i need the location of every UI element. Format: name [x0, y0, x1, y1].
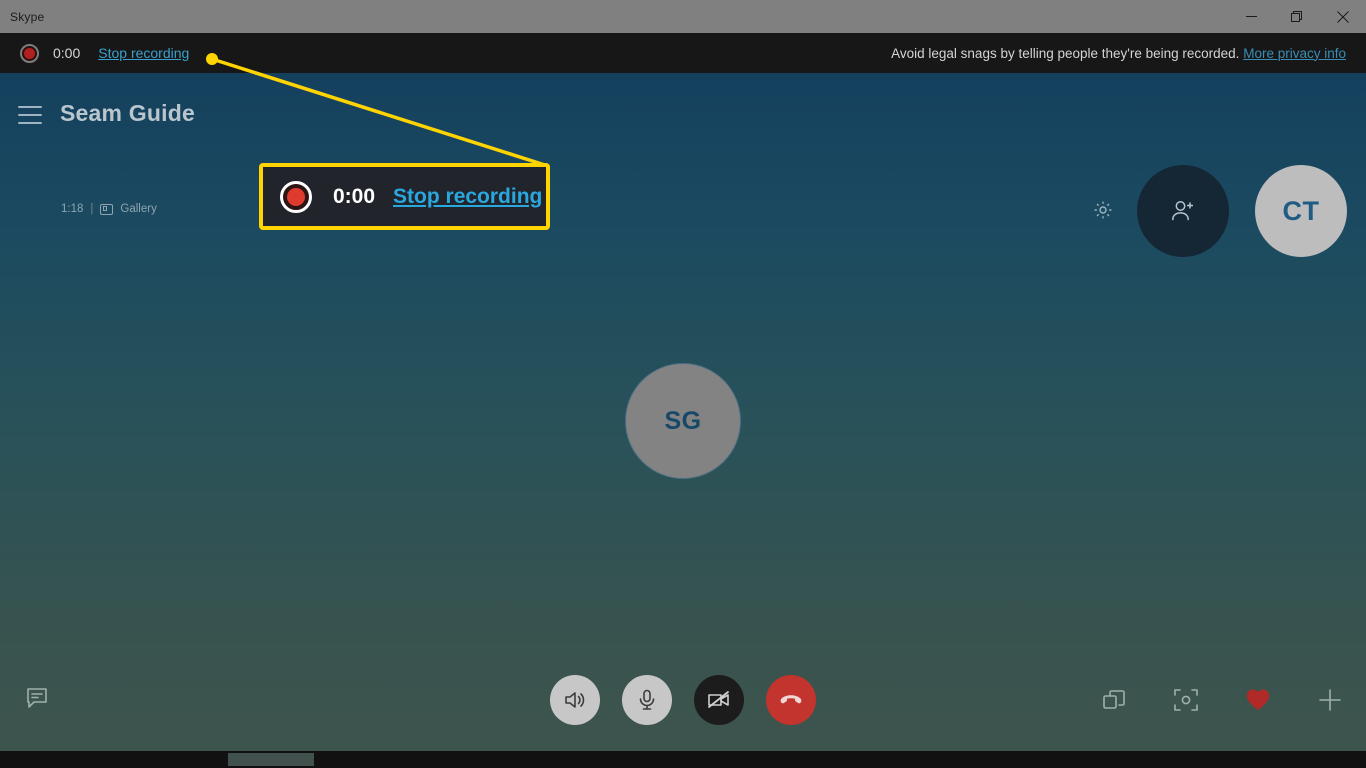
callout-record-dot-icon: [280, 180, 312, 213]
heart-icon: [1246, 689, 1270, 710]
call-header: Seam Guide 1:18 | Gallery CT: [0, 73, 1366, 257]
call-duration: 1:18: [61, 203, 84, 215]
split-view-button[interactable]: [1097, 683, 1131, 717]
more-privacy-info-link[interactable]: More privacy info: [1243, 46, 1346, 61]
window-title-bar: Skype: [0, 0, 1366, 33]
recording-notice-text: Avoid legal snags by telling people they…: [891, 45, 1240, 61]
call-subtitle: 1:18 | Gallery: [61, 203, 157, 215]
skype-call-window: Skype 0:00 Stop recording Avoid legal sn…: [0, 0, 1366, 768]
speaker-icon: [565, 692, 585, 708]
snapshot-button[interactable]: [1169, 683, 1203, 717]
minimize-icon: [1245, 16, 1257, 17]
camera-off-icon: [708, 691, 729, 708]
microphone-button[interactable]: [622, 675, 672, 725]
maximize-icon: [1291, 10, 1302, 22]
account-avatar[interactable]: CT: [1255, 165, 1347, 257]
end-call-button[interactable]: [766, 675, 816, 725]
window-title: Skype: [10, 9, 45, 24]
maximize-button[interactable]: [1274, 0, 1320, 33]
split-view-icon: [1103, 690, 1125, 709]
record-dot-icon: [19, 43, 39, 63]
participant-initials: SG: [664, 406, 702, 435]
add-person-button[interactable]: [1137, 165, 1229, 257]
chat-bubble-icon: [27, 688, 47, 708]
plus-icon: [1319, 689, 1341, 711]
call-title: Seam Guide: [60, 100, 195, 126]
recording-bar: 0:00 Stop recording Avoid legal snags by…: [0, 33, 1366, 73]
microphone-icon: [639, 689, 655, 710]
close-button[interactable]: [1320, 0, 1366, 33]
participant-avatar[interactable]: SG: [625, 363, 741, 479]
add-person-icon: [1172, 201, 1193, 221]
camera-button[interactable]: [694, 675, 744, 725]
recording-indicator: [19, 43, 39, 63]
view-mode-label: Gallery: [120, 203, 157, 215]
minimize-button[interactable]: [1228, 0, 1274, 33]
stop-recording-link[interactable]: Stop recording: [98, 45, 189, 61]
speaker-button[interactable]: [550, 675, 600, 725]
settings-button[interactable]: [1093, 200, 1113, 220]
recording-timer: 0:00: [53, 45, 81, 61]
gallery-icon: [100, 203, 114, 215]
reaction-button[interactable]: [1241, 683, 1275, 717]
callout-timer: 0:00: [333, 184, 376, 208]
recording-callout: 0:00 Stop recording: [259, 163, 550, 230]
call-stage: Seam Guide 1:18 | Gallery CT SG: [0, 73, 1366, 751]
callout-stop-recording-link[interactable]: Stop recording: [393, 185, 542, 209]
taskbar-item[interactable]: [228, 753, 314, 766]
end-call-icon: [780, 695, 802, 704]
subtitle-separator: |: [90, 203, 94, 215]
close-icon: [1337, 10, 1349, 23]
snapshot-icon: [1174, 689, 1198, 711]
account-initials: CT: [1282, 195, 1320, 226]
recording-notice: Avoid legal snags by telling people they…: [891, 46, 1346, 61]
chat-button[interactable]: [20, 681, 54, 715]
more-options-button[interactable]: [1313, 683, 1347, 717]
taskbar-strip: [0, 751, 1366, 768]
gear-icon: [1094, 201, 1112, 219]
hamburger-icon[interactable]: [18, 106, 42, 124]
window-controls: [1228, 0, 1366, 33]
call-controls: [0, 641, 1366, 751]
